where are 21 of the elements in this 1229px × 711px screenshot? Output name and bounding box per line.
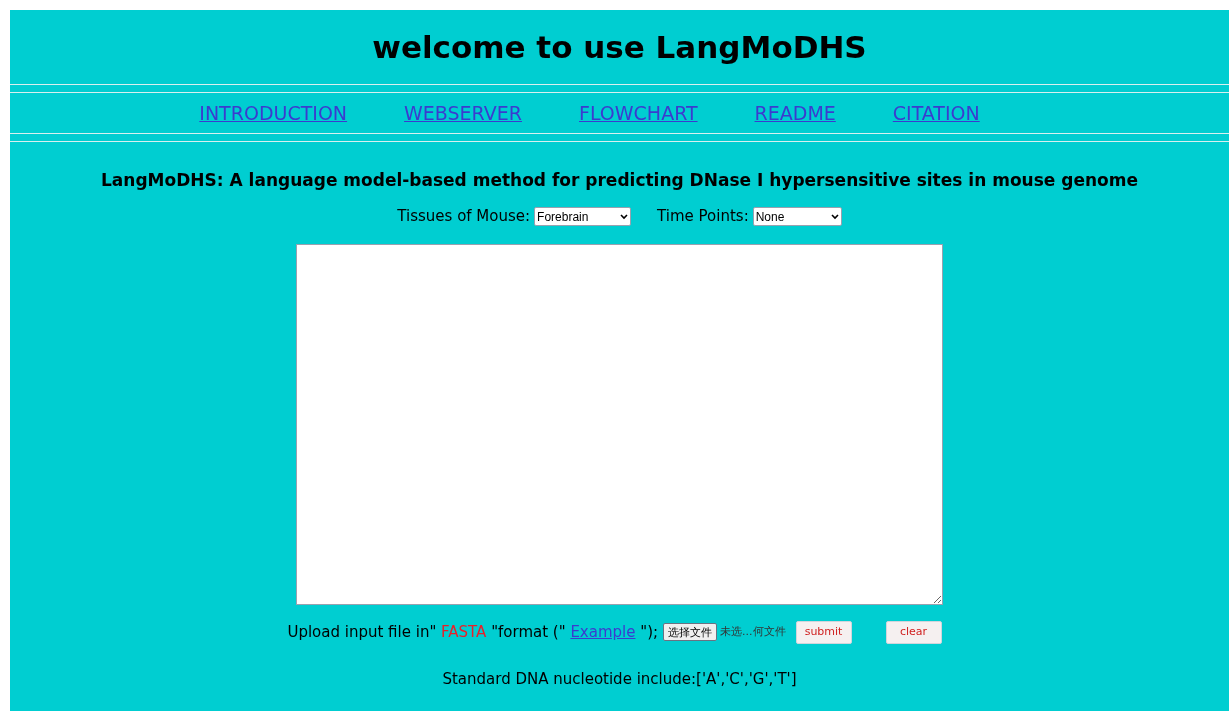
upload-instruction: Upload input file in" FASTA "format (" Example "); (287, 622, 659, 643)
clear-button[interactable]: clear (885, 620, 942, 644)
dropdown[interactable]: None (752, 207, 842, 226)
nucleotide-note: Standard DNA nucleotide include:['A','C','G','T'] (442, 668, 797, 690)
submit-button[interactable]: submit (795, 620, 852, 644)
sequence-input[interactable] (296, 243, 943, 605)
dropdown[interactable]: Forebrain (534, 207, 632, 226)
nav-link[interactable]: FLOWCHART (579, 98, 698, 127)
select-label: Time Points: (657, 206, 749, 228)
choose-file-button[interactable]: 选择文件 (663, 623, 718, 642)
nav-link[interactable]: CITATION (892, 98, 980, 127)
nav-link[interactable]: WEBSERVER (404, 98, 522, 127)
select-label: Tissues of Mouse: (397, 206, 531, 228)
caret-icon (620, 213, 629, 220)
file-status: 未选...何文件 (720, 624, 786, 640)
nav-link[interactable]: INTRODUCTION (199, 98, 348, 127)
page-subtitle: LangMoDHS: A language model-based method for predicting DNase I hypersensitive sites in mouse genome (101, 168, 1138, 192)
caret-icon (830, 213, 839, 220)
page-title: welcome to use LangMoDHS (372, 28, 867, 67)
example-link[interactable]: Example (570, 623, 636, 641)
nav-link[interactable]: README (754, 98, 836, 127)
